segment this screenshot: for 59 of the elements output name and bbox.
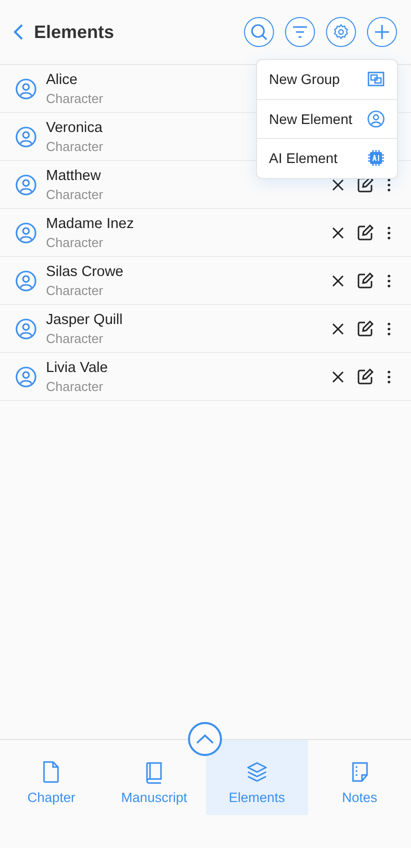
close-icon[interactable] [332, 226, 344, 238]
nav-tab[interactable]: Chapter [0, 740, 103, 815]
close-icon[interactable] [332, 370, 344, 382]
search-icon [250, 23, 268, 41]
element-name: Matthew [46, 168, 102, 184]
nav-tab[interactable]: Elements [206, 740, 308, 815]
menu-item[interactable]: New Group [257, 60, 397, 100]
person-icon [15, 126, 37, 148]
person-icon [15, 270, 37, 292]
menu-item[interactable]: New Element [257, 100, 397, 139]
element-type: Character [46, 138, 104, 154]
element-name: Alice [46, 72, 78, 88]
close-icon[interactable] [332, 178, 344, 190]
more-icon[interactable] [387, 226, 391, 240]
settings-icon [332, 23, 350, 41]
element-type: Character [46, 282, 104, 298]
close-icon[interactable] [332, 274, 344, 286]
menu-item[interactable]: AI Element [257, 139, 397, 178]
layers-icon [244, 760, 269, 784]
edit-icon[interactable] [357, 272, 374, 289]
nav-tab[interactable]: Notes [308, 740, 411, 815]
element-name: Veronica [46, 120, 104, 136]
person-icon [367, 110, 385, 128]
element-name: Madame Inez [46, 216, 134, 232]
nav-tab[interactable]: Manuscript [102, 740, 206, 815]
chevron-up-icon [196, 734, 214, 744]
person-icon [15, 78, 37, 100]
more-icon[interactable] [387, 178, 391, 192]
close-icon[interactable] [332, 322, 344, 334]
edit-icon[interactable] [357, 224, 374, 241]
element-name: Silas Crowe [46, 264, 124, 280]
element-type: Character [46, 234, 104, 250]
collapse-button[interactable] [188, 722, 222, 756]
person-icon [15, 366, 37, 388]
more-icon[interactable] [387, 370, 391, 384]
group-icon [367, 71, 385, 88]
more-icon[interactable] [387, 322, 391, 336]
page-title: Elements [34, 22, 114, 42]
edit-icon[interactable] [357, 320, 374, 337]
element-name: Jasper Quill [46, 312, 123, 328]
filter-button[interactable] [285, 17, 315, 47]
chip-icon [367, 149, 385, 168]
search-button[interactable] [244, 17, 274, 47]
person-icon [15, 318, 37, 340]
element-type: Character [46, 90, 104, 106]
more-icon[interactable] [387, 274, 391, 288]
plus-icon [373, 23, 391, 41]
settings-button[interactable] [326, 17, 356, 47]
edit-icon[interactable] [357, 368, 374, 385]
person-icon [15, 222, 37, 244]
edit-icon[interactable] [357, 176, 374, 193]
element-type: Character [46, 378, 104, 394]
person-icon [15, 174, 37, 196]
element-type: Character [46, 186, 104, 202]
back-icon[interactable] [12, 23, 24, 41]
add-button[interactable] [367, 17, 397, 47]
element-type: Character [46, 330, 104, 346]
element-name: Livia Vale [46, 360, 108, 376]
filter-icon [291, 23, 309, 41]
